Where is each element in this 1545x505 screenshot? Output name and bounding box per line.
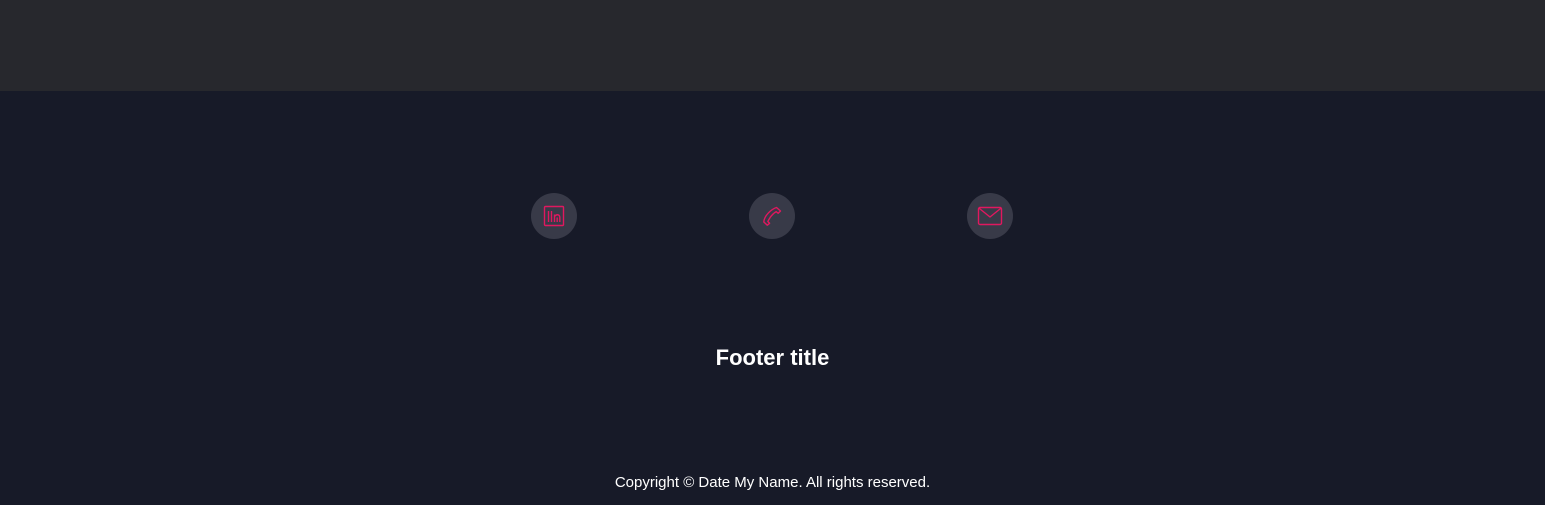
- top-bar: [0, 0, 1545, 91]
- phone-icon: [761, 205, 783, 227]
- linkedin-icon: [543, 205, 565, 227]
- email-link[interactable]: [967, 193, 1013, 239]
- linkedin-link[interactable]: [531, 193, 577, 239]
- footer-title: Footer title: [715, 345, 830, 370]
- copyright-text: Copyright © Date My Name. All rights res…: [614, 474, 931, 491]
- email-icon: [977, 206, 1003, 226]
- phone-link[interactable]: [749, 193, 795, 239]
- page-footer: Footer title Copyright © Date My Name. A…: [0, 91, 1545, 505]
